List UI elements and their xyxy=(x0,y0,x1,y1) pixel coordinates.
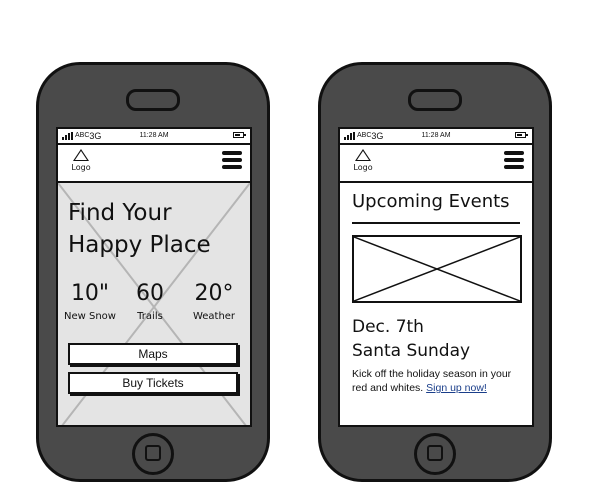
maps-button[interactable]: Maps xyxy=(68,343,238,365)
stat-trails: 60 Trails xyxy=(118,281,182,322)
stat-new-snow: 10" New Snow xyxy=(58,281,122,322)
battery-icon xyxy=(233,132,246,138)
hamburger-menu-icon[interactable] xyxy=(504,151,524,172)
logo-label: Logo xyxy=(353,163,373,172)
battery-icon xyxy=(515,132,528,138)
home-button[interactable] xyxy=(414,433,456,475)
stat-value: 10" xyxy=(70,281,110,306)
buy-tickets-button[interactable]: Buy Tickets xyxy=(68,372,238,394)
nav-bar: Logo xyxy=(58,145,250,183)
logo-label: Logo xyxy=(71,163,91,172)
status-time: 11:28 AM xyxy=(421,132,451,139)
hero-title-line1: Find Your xyxy=(68,200,172,226)
section-title: Upcoming Events xyxy=(352,191,510,212)
home-button[interactable] xyxy=(132,433,174,475)
stat-label: New Snow xyxy=(64,311,116,322)
event-image-placeholder xyxy=(352,235,522,303)
earpiece xyxy=(126,89,180,111)
status-time: 11:28 AM xyxy=(139,132,169,139)
stat-label: Trails xyxy=(137,311,163,322)
status-bar: ABC 3G 11:28 AM xyxy=(340,129,532,145)
phone-right: ABC 3G 11:28 AM Logo Upcoming Events Dec.… xyxy=(318,62,552,482)
divider xyxy=(352,222,520,224)
stat-weather: 20° Weather xyxy=(182,281,246,322)
event-date: Dec. 7th xyxy=(352,317,424,337)
hamburger-menu-icon[interactable] xyxy=(222,151,242,172)
phone-left: ABC 3G 11:28 AM Logo Find Your Happy Plac… xyxy=(36,62,270,482)
home-square-icon xyxy=(145,445,161,461)
stat-value: 20° xyxy=(194,281,234,306)
nav-bar: Logo xyxy=(340,145,532,183)
stat-value: 60 xyxy=(136,281,164,306)
status-bar: ABC 3G 11:28 AM xyxy=(58,129,250,145)
hero-title-line2: Happy Place xyxy=(68,232,211,258)
event-name: Santa Sunday xyxy=(352,341,471,361)
hero-title: Find Your Happy Place xyxy=(68,197,211,261)
triangle-logo-icon xyxy=(355,149,371,161)
hero-image-placeholder: Find Your Happy Place 10" New Snow 60 Tr… xyxy=(58,183,250,425)
triangle-logo-icon xyxy=(73,149,89,161)
home-square-icon xyxy=(427,445,443,461)
earpiece xyxy=(408,89,462,111)
logo[interactable]: Logo xyxy=(350,149,376,172)
logo[interactable]: Logo xyxy=(68,149,94,172)
event-description: Kick off the holiday season in your red … xyxy=(352,367,524,395)
phone-screen-left: ABC 3G 11:28 AM Logo Find Your Happy Plac… xyxy=(56,127,252,427)
image-placeholder-cross xyxy=(353,236,521,302)
phone-screen-right: ABC 3G 11:28 AM Logo Upcoming Events Dec.… xyxy=(338,127,534,427)
sign-up-link[interactable]: Sign up now! xyxy=(426,382,487,394)
stat-label: Weather xyxy=(192,311,236,322)
